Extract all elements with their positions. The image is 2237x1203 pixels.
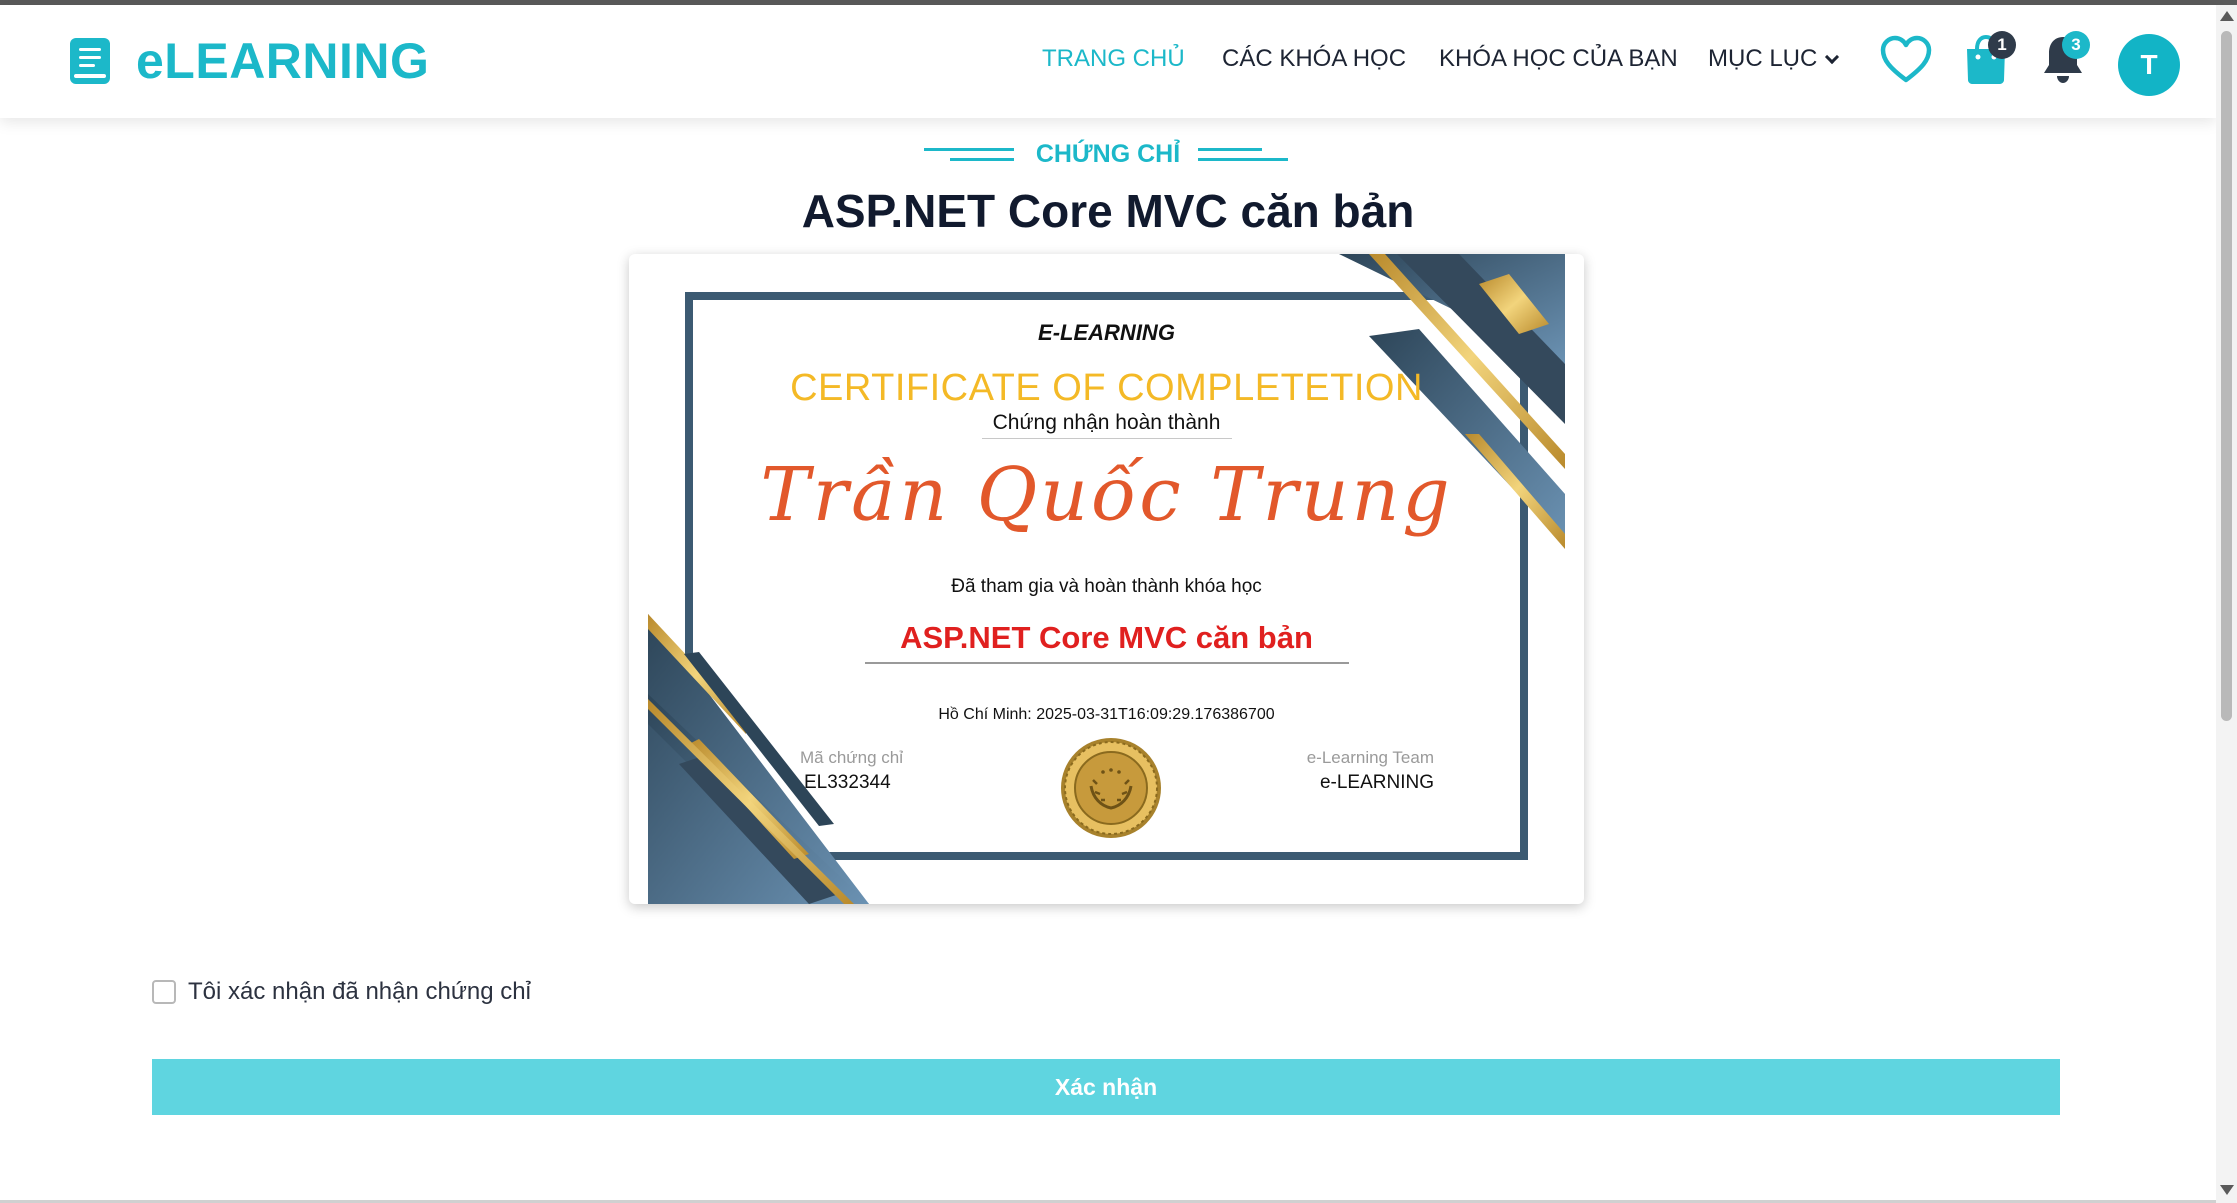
nav-courses[interactable]: CÁC KHÓA HỌC — [1222, 45, 1406, 73]
certificate-code: EL332344 — [804, 772, 891, 793]
notification-count-badge: 3 — [2062, 31, 2090, 59]
course-underline — [865, 662, 1349, 664]
completion-description: Đã tham gia và hoàn thành khóa học — [951, 576, 1262, 597]
section-label: CHỨNG CHỈ — [1035, 140, 1181, 168]
confirm-button[interactable]: Xác nhận — [152, 1059, 2060, 1115]
confirm-checkbox-label[interactable]: Tôi xác nhận đã nhận chứng chỉ — [188, 978, 531, 1006]
nav-my-courses[interactable]: KHÓA HỌC CỦA BẠN — [1439, 45, 1678, 73]
wishlist-button[interactable] — [1880, 35, 1932, 90]
chevron-down-icon — [1825, 49, 1840, 65]
nav-home[interactable]: TRANG CHỦ — [1042, 45, 1185, 73]
issue-date: Hồ Chí Minh: 2025-03-31T16:09:29.1763867… — [938, 706, 1275, 723]
confirm-checkbox[interactable] — [152, 980, 176, 1004]
team-label: e-Learning Team — [1306, 748, 1434, 767]
certificate-card: E-LEARNING CERTIFICATE OF COMPLETETION C… — [629, 254, 1584, 904]
scroll-down-arrow-icon[interactable] — [2220, 1185, 2234, 1195]
certificate-code-label: Mã chứng chỉ — [800, 748, 904, 767]
subtitle-underline — [982, 438, 1232, 439]
certificate-course-name: ASP.NET Core MVC căn bản — [900, 620, 1313, 655]
recipient-name: Trần Quốc Trung — [760, 452, 1453, 538]
page-title: ASP.NET Core MVC căn bản — [801, 185, 1415, 237]
brand-logo[interactable]: eLEARNING — [68, 32, 429, 90]
scroll-thumb[interactable] — [2221, 31, 2232, 721]
confirm-checkbox-row[interactable]: Tôi xác nhận đã nhận chứng chỉ — [152, 978, 531, 1006]
nav-index-dropdown[interactable]: MỤC LỤC — [1708, 45, 1840, 73]
scroll-up-arrow-icon[interactable] — [2220, 11, 2234, 21]
top-navbar: eLEARNING TRANG CHỦ CÁC KHÓA HỌC KHÓA HỌ… — [0, 5, 2216, 118]
certificate-title: CERTIFICATE OF COMPLETETION — [790, 367, 1423, 409]
certificate-brand: E-LEARNING — [1038, 320, 1175, 345]
heart-icon — [1880, 35, 1932, 83]
nav-index-label: MỤC LỤC — [1708, 45, 1818, 72]
book-icon — [70, 38, 110, 84]
user-avatar[interactable]: T — [2118, 34, 2180, 96]
cart-button[interactable]: 1 — [1964, 31, 2016, 90]
notifications-button[interactable]: 3 — [2042, 31, 2090, 90]
team-name: e-LEARNING — [1319, 772, 1434, 793]
brand-name: eLEARNING — [136, 33, 430, 89]
cart-count-badge: 1 — [1988, 31, 2016, 59]
page-scrollbar[interactable] — [2216, 5, 2237, 1203]
gold-seal-icon — [1061, 738, 1161, 838]
certificate-subtitle: Chứng nhận hoàn thành — [992, 411, 1221, 434]
